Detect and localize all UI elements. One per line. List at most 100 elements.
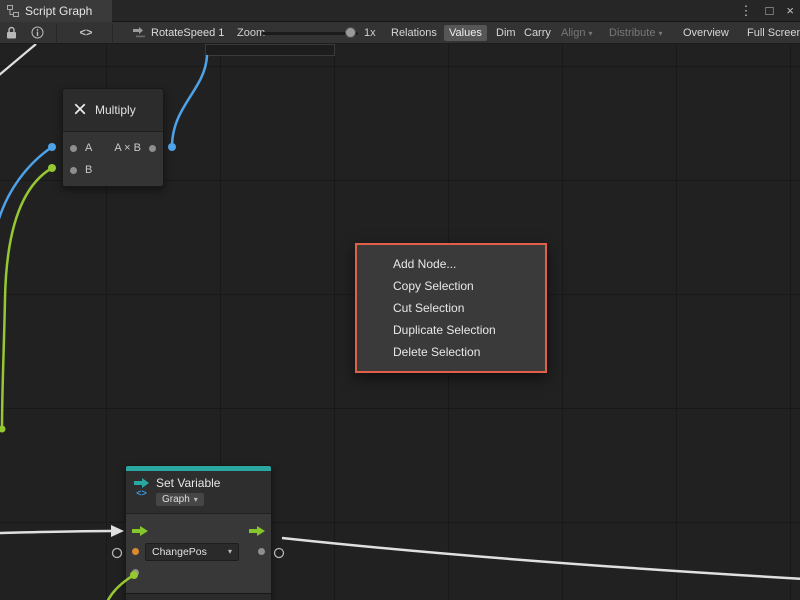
value-input-port[interactable] [132,569,139,576]
tab-script-graph[interactable]: Script Graph [0,0,112,22]
wire-endpoint-blue [168,143,176,151]
node-set-variable[interactable]: <> Set Variable Graph ▾ [125,465,272,600]
window-maximize-button[interactable]: □ [766,0,774,22]
window-menu-button[interactable]: ⋮ [740,0,753,22]
code-view-button[interactable]: <> [70,22,102,43]
multiply-row-a: A A × B [63,137,163,159]
chevron-down-icon: ▾ [228,547,232,556]
flow-ports-row [126,520,271,541]
menu-item-cut-selection[interactable]: Cut Selection [357,297,545,319]
port-a-input[interactable] [70,145,77,152]
zoom-label: Zoom [237,22,265,43]
chevron-down-icon: ▾ [659,29,663,38]
wire-green-b [2,168,52,429]
context-menu-list: Add Node... Copy Selection Cut Selection… [357,245,545,371]
values-button[interactable]: Values [444,25,487,41]
set-variable-body: ChangePos ▾ [126,514,271,583]
distribute-label: Distribute [609,27,655,39]
overview-button[interactable]: Overview [678,25,734,41]
info-icon [31,26,44,39]
unit-icon [133,27,147,38]
variable-row: ChangePos ▾ [126,541,271,562]
menu-item-delete-selection[interactable]: Delete Selection [357,341,545,363]
zoom-slider-knob[interactable] [345,27,356,38]
variable-output-port[interactable] [258,548,265,555]
chevron-down-icon: ▾ [194,495,198,504]
graph-breadcrumb[interactable]: RotateSpeed 1 [151,22,224,43]
align-label: Align [561,27,585,39]
port-b-label: B [85,164,92,176]
relations-button[interactable]: Relations [386,25,442,41]
wire-endpoint-green [48,164,56,172]
tab-title: Script Graph [25,4,92,18]
fullscreen-button[interactable]: Full Screen [742,25,800,41]
icon-shape [10,10,14,15]
wire-white-left [0,531,111,533]
variable-name-port[interactable] [132,548,139,555]
clipped-node-fragment[interactable] [205,44,335,56]
set-variable-icon [134,478,149,488]
port-result-label: A × B [114,142,141,154]
menu-item-duplicate-selection[interactable]: Duplicate Selection [357,319,545,341]
icon-shape [14,13,19,17]
window-titlebar: Script Graph ⋮ □ × [0,0,800,22]
wire-blue-a [0,147,52,229]
variable-name-dropdown[interactable]: ChangePos ▾ [145,543,239,561]
variable-name-label: ChangePos [152,546,207,558]
icon-shape [132,526,148,536]
distribute-button[interactable]: Distribute ▾ [604,25,668,41]
flow-output-arrow[interactable] [249,526,265,536]
icon-shape [37,32,38,37]
icon-shape [37,29,38,31]
multiply-icon: × [73,89,87,131]
icon-shape [8,6,13,10]
set-variable-footer [126,593,271,600]
wire-white-corner [0,44,36,76]
port-b-input[interactable] [70,167,77,174]
toolbar-separator [112,24,113,42]
flow-input-arrow[interactable] [132,526,148,536]
lock-button[interactable] [6,22,17,43]
wire-endpoint-green [0,426,6,433]
graph-tab-icon [7,5,19,17]
value-input-row [126,562,271,583]
icon-shape [142,478,149,488]
multiply-node-title: Multiply [95,103,136,117]
wire-blue-top [172,56,207,147]
wire-white-right [282,538,800,579]
align-button[interactable]: Align ▾ [556,25,598,41]
outer-port-ring-right[interactable] [275,549,284,558]
multiply-node-body: A A × B B [63,132,163,186]
icon-shape [136,36,145,38]
port-a-label: A [85,142,92,154]
node-multiply[interactable]: × Multiply A A × B B [62,88,164,187]
code-icon: <> [80,27,93,39]
zoom-slider[interactable] [262,32,358,35]
chevron-down-icon: ▾ [589,29,593,38]
menu-item-copy-selection[interactable]: Copy Selection [357,275,545,297]
icon-shape [134,481,142,485]
graph-unit-icon [133,22,147,43]
menu-item-add-node[interactable]: Add Node... [357,253,545,275]
multiply-node-header[interactable]: × Multiply [63,89,163,132]
icon-shape [7,32,16,39]
icon-shape [249,526,265,536]
dim-button[interactable]: Dim [491,25,521,41]
wire-endpoint-blue [48,143,56,151]
wire-arrowhead [111,525,124,537]
icon-shape [133,27,143,34]
graph-canvas[interactable]: × Multiply A A × B B [0,44,800,600]
port-result-output[interactable] [149,145,156,152]
zoom-value: 1x [364,22,376,43]
code-icon: <> [136,489,147,498]
info-button[interactable] [31,22,44,43]
carry-button[interactable]: Carry [519,25,556,41]
graph-toolbar: <> RotateSpeed 1 Zoom 1x Relations Value… [0,22,800,44]
lock-icon [6,26,17,40]
outer-port-ring-left[interactable] [113,549,122,558]
set-variable-title: Set Variable [156,476,220,490]
icon-shape [9,27,14,32]
variable-scope-dropdown[interactable]: Graph ▾ [156,493,204,506]
set-variable-header[interactable]: <> Set Variable Graph ▾ [126,471,271,514]
window-close-button[interactable]: × [786,0,794,22]
